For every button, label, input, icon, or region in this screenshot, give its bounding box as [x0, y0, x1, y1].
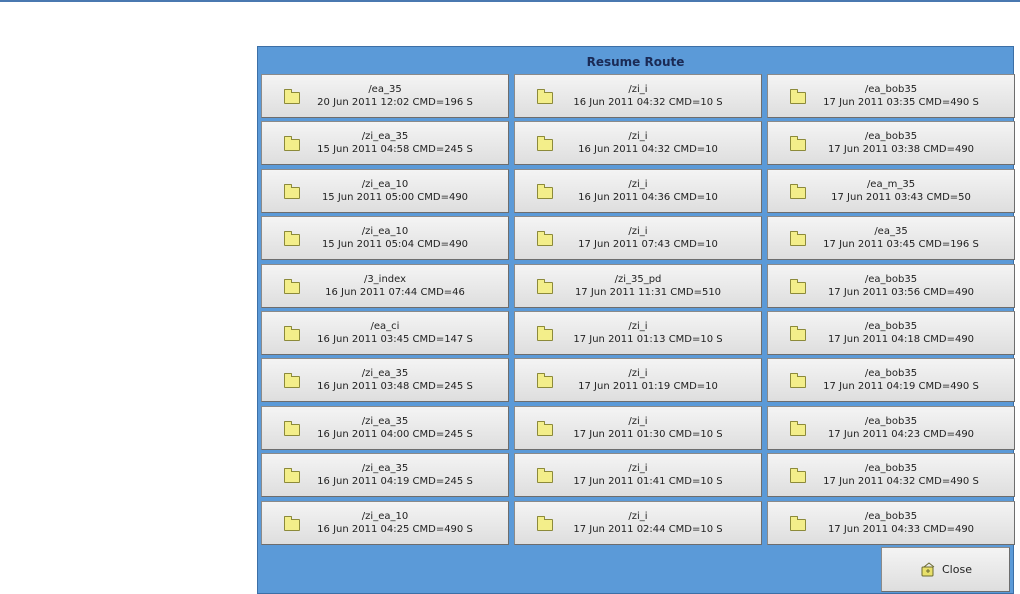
route-button[interactable]: /ea_bob35 17 Jun 2011 04:32 CMD=490 S	[767, 453, 1015, 498]
route-button[interactable]: /zi_ea_35 16 Jun 2011 04:19 CMD=245 S	[261, 453, 509, 498]
route-detail: 17 Jun 2011 11:31 CMD=510	[574, 286, 722, 298]
route-button[interactable]: /ea_35 20 Jun 2011 12:02 CMD=196 S	[261, 74, 509, 118]
route-button[interactable]: /ea_35 17 Jun 2011 03:45 CMD=196 S	[767, 216, 1015, 261]
route-name: /ea_bob35	[864, 510, 918, 522]
route-detail: 17 Jun 2011 04:18 CMD=490	[827, 333, 975, 345]
route-detail: 17 Jun 2011 03:56 CMD=490	[827, 286, 975, 298]
route-name: /ea_bob35	[864, 273, 918, 285]
route-button[interactable]: /ea_ci 16 Jun 2011 03:45 CMD=147 S	[261, 310, 509, 355]
route-name: /3_index	[363, 273, 407, 285]
route-name: /zi_i	[628, 320, 648, 332]
route-button[interactable]: /3_index 16 Jun 2011 07:44 CMD=46	[261, 263, 509, 308]
route-detail: 15 Jun 2011 05:04 CMD=490	[321, 239, 469, 251]
route-detail: 15 Jun 2011 05:00 CMD=490	[321, 191, 469, 203]
route-button[interactable]: /zi_ea_10 15 Jun 2011 05:04 CMD=490	[261, 216, 509, 261]
route-name: /zi_i	[628, 368, 648, 380]
route-detail: 16 Jun 2011 04:32 CMD=10 S	[573, 97, 723, 108]
route-detail: 17 Jun 2011 02:44 CMD=10 S	[573, 523, 723, 535]
resume-route-dialog: Resume Route /ea_35 20 Jun 2011 12:02 CM…	[257, 46, 1015, 594]
route-button[interactable]: /ea_bob35 17 Jun 2011 04:33 CMD=490	[767, 500, 1015, 545]
close-label: Close	[942, 563, 972, 576]
route-detail: 17 Jun 2011 01:13 CMD=10 S	[573, 333, 723, 345]
route-detail: 17 Jun 2011 04:32 CMD=490 S	[823, 476, 979, 488]
route-detail: 17 Jun 2011 03:43 CMD=50	[831, 191, 971, 203]
route-name: /zi_i	[628, 415, 648, 427]
route-button[interactable]: /zi_ea_35 15 Jun 2011 04:58 CMD=245 S	[261, 121, 509, 166]
route-name: /ea_35	[874, 226, 908, 238]
route-button[interactable]: /zi_ea_35 16 Jun 2011 03:48 CMD=245 S	[261, 358, 509, 403]
route-button[interactable]: /zi_i 17 Jun 2011 02:44 CMD=10 S	[514, 500, 762, 545]
route-detail: 16 Jun 2011 04:32 CMD=10	[578, 144, 718, 156]
route-button[interactable]: /zi_ea_35 16 Jun 2011 04:00 CMD=245 S	[261, 405, 509, 450]
route-grid: /ea_35 20 Jun 2011 12:02 CMD=196 S /zi_i…	[261, 74, 1015, 545]
route-button[interactable]: /ea_m_35 17 Jun 2011 03:43 CMD=50	[767, 168, 1015, 213]
route-name: /ea_ci	[370, 320, 400, 332]
route-button[interactable]: /zi_i 17 Jun 2011 01:41 CMD=10 S	[514, 453, 762, 498]
route-button[interactable]: /zi_i 17 Jun 2011 01:30 CMD=10 S	[514, 405, 762, 450]
route-detail: 17 Jun 2011 04:19 CMD=490 S	[823, 381, 979, 393]
route-name: /zi_ea_35	[361, 415, 409, 427]
top-divider	[0, 0, 1020, 2]
route-button[interactable]: /zi_ea_10 16 Jun 2011 04:25 CMD=490 S	[261, 500, 509, 545]
route-name: /zi_i	[628, 131, 648, 143]
route-button[interactable]: /ea_bob35 17 Jun 2011 04:18 CMD=490	[767, 310, 1015, 355]
route-detail: 16 Jun 2011 07:44 CMD=46	[325, 286, 465, 298]
route-name: /zi_i	[628, 510, 648, 522]
route-button[interactable]: /zi_i 16 Jun 2011 04:36 CMD=10	[514, 168, 762, 213]
route-detail: 17 Jun 2011 04:23 CMD=490	[827, 428, 975, 440]
route-name: /ea_bob35	[864, 320, 918, 332]
route-name: /zi_i	[628, 84, 648, 95]
route-button[interactable]: /ea_bob35 17 Jun 2011 03:38 CMD=490	[767, 121, 1015, 166]
route-button[interactable]: /zi_ea_10 15 Jun 2011 05:00 CMD=490	[261, 168, 509, 213]
route-detail: 17 Jun 2011 01:41 CMD=10 S	[573, 476, 723, 488]
route-detail: 16 Jun 2011 04:36 CMD=10	[578, 191, 718, 203]
route-detail: 17 Jun 2011 01:30 CMD=10 S	[573, 428, 723, 440]
route-button[interactable]: /ea_bob35 17 Jun 2011 04:19 CMD=490 S	[767, 358, 1015, 403]
route-detail: 15 Jun 2011 04:58 CMD=245 S	[317, 144, 473, 156]
route-button[interactable]: /zi_i 17 Jun 2011 01:13 CMD=10 S	[514, 310, 762, 355]
route-detail: 16 Jun 2011 04:00 CMD=245 S	[317, 428, 473, 440]
route-detail: 17 Jun 2011 04:33 CMD=490	[827, 523, 975, 535]
close-button[interactable]: Close	[881, 547, 1010, 592]
route-name: /zi_35_pd	[614, 273, 662, 285]
route-detail: 17 Jun 2011 03:45 CMD=196 S	[823, 239, 979, 251]
route-detail: 17 Jun 2011 07:43 CMD=10	[578, 239, 718, 251]
route-button[interactable]: /zi_i 17 Jun 2011 01:19 CMD=10	[514, 358, 762, 403]
route-button[interactable]: /zi_35_pd 17 Jun 2011 11:31 CMD=510	[514, 263, 762, 308]
route-button[interactable]: /zi_i 16 Jun 2011 04:32 CMD=10 S	[514, 74, 762, 118]
route-name: /ea_bob35	[864, 463, 918, 475]
route-detail: 17 Jun 2011 03:38 CMD=490	[827, 144, 975, 156]
route-detail: 16 Jun 2011 03:48 CMD=245 S	[317, 381, 473, 393]
route-name: /zi_i	[628, 226, 648, 238]
route-detail: 17 Jun 2011 03:35 CMD=490 S	[823, 97, 979, 108]
route-name: /zi_ea_35	[361, 463, 409, 475]
route-name: /ea_35	[368, 84, 402, 95]
route-name: /zi_ea_10	[361, 226, 409, 238]
route-name: /zi_i	[628, 463, 648, 475]
route-name: /ea_m_35	[866, 178, 916, 190]
route-name: /zi_ea_35	[361, 131, 409, 143]
route-button[interactable]: /ea_bob35 17 Jun 2011 04:23 CMD=490	[767, 405, 1015, 450]
route-button[interactable]: /zi_i 17 Jun 2011 07:43 CMD=10	[514, 216, 762, 261]
route-detail: 16 Jun 2011 04:25 CMD=490 S	[317, 523, 473, 535]
route-button[interactable]: /ea_bob35 17 Jun 2011 03:35 CMD=490 S	[767, 74, 1015, 118]
route-detail: 17 Jun 2011 01:19 CMD=10	[578, 381, 718, 393]
dialog-title: Resume Route	[586, 55, 685, 69]
close-icon	[920, 562, 936, 578]
route-detail: 16 Jun 2011 03:45 CMD=147 S	[317, 333, 473, 345]
route-detail: 16 Jun 2011 04:19 CMD=245 S	[317, 476, 473, 488]
route-name: /zi_ea_10	[361, 178, 409, 190]
route-name: /zi_ea_35	[361, 368, 409, 380]
route-name: /ea_bob35	[864, 131, 918, 143]
route-name: /ea_bob35	[864, 368, 918, 380]
route-detail: 20 Jun 2011 12:02 CMD=196 S	[317, 97, 473, 108]
route-name: /zi_i	[628, 178, 648, 190]
route-button[interactable]: /ea_bob35 17 Jun 2011 03:56 CMD=490	[767, 263, 1015, 308]
route-button[interactable]: /zi_i 16 Jun 2011 04:32 CMD=10	[514, 121, 762, 166]
route-name: /zi_ea_10	[361, 510, 409, 522]
route-name: /ea_bob35	[864, 84, 918, 95]
route-name: /ea_bob35	[864, 415, 918, 427]
